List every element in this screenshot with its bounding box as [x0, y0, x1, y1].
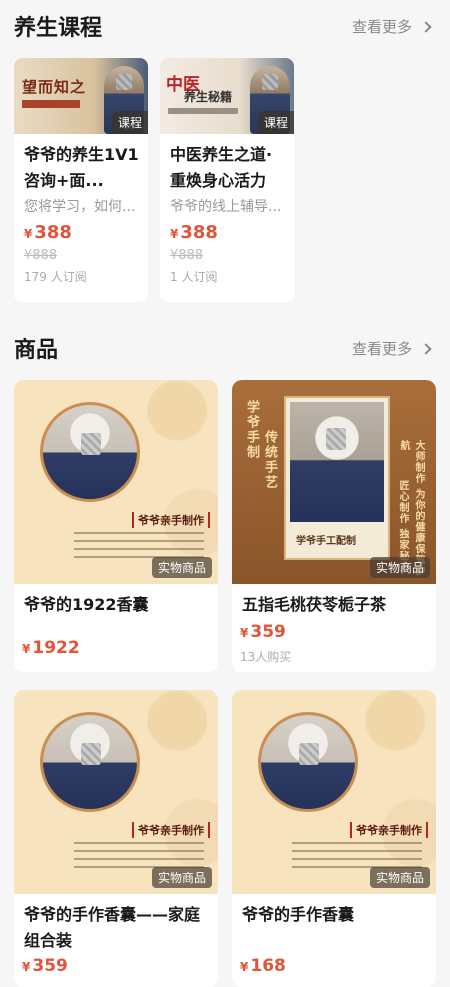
- product-price: ¥1922: [22, 638, 80, 658]
- goods-more-label: 查看更多: [351, 340, 412, 358]
- product-image: 爷爷亲手制作 实物商品: [14, 690, 218, 894]
- goods-section-header: 商品 查看更多: [0, 326, 450, 366]
- product-sold-count: 13人购买: [240, 650, 292, 664]
- course-thumb-subtitle-bar: [22, 100, 80, 108]
- course-title: 中医养生之道·重焕身心活力: [170, 145, 273, 190]
- courses-section-title: 养生课程: [14, 16, 103, 41]
- product-card[interactable]: 学爷手制 传统手艺 学爷手工配制 大师制作 为你的健康保驾护航 匠心制作 独家秘…: [232, 380, 436, 672]
- course-thumb-title-secondary: 养生秘籍: [184, 90, 233, 104]
- product-title: 爷爷的手作香囊: [242, 905, 355, 924]
- course-subscribers: 1 人订阅: [170, 270, 218, 284]
- course-tag: 课程: [257, 111, 294, 134]
- course-tag: 课程: [111, 111, 148, 134]
- courses-more-label: 查看更多: [351, 18, 412, 36]
- course-thumb-title: 望而知之: [22, 78, 87, 96]
- course-thumbnail: 中医 养生秘籍 课程: [160, 58, 294, 134]
- product-title: 爷爷的手作香囊——家庭组合装: [24, 905, 201, 950]
- goods-more-link[interactable]: 查看更多: [351, 338, 432, 359]
- course-title: 爷爷的养生1V1咨询+面...: [24, 145, 139, 190]
- course-description: 爷爷的线上辅导...: [170, 199, 282, 215]
- product-price: ¥168: [240, 956, 286, 976]
- course-price: ¥388: [24, 222, 72, 243]
- product-tag: 实物商品: [151, 557, 212, 578]
- product-image-label: 爷爷亲手制作: [132, 822, 210, 838]
- courses-section-header: 养生课程 查看更多: [0, 4, 450, 44]
- courses-more-link[interactable]: 查看更多: [351, 16, 432, 37]
- product-price: ¥359: [22, 956, 68, 976]
- course-subscribers: 179 人订阅: [24, 270, 87, 284]
- product-image-caption: 学爷手工配制: [296, 536, 356, 547]
- goods-section-title: 商品: [14, 338, 59, 363]
- product-image-vertical-text: 学爷手制: [244, 400, 259, 460]
- product-tag: 实物商品: [369, 867, 430, 888]
- course-thumb-subtitle-bar: [168, 108, 238, 114]
- teacher-portrait-image: [290, 402, 384, 522]
- product-image-label: 爷爷亲手制作: [350, 822, 428, 838]
- course-original-price: ¥888: [24, 248, 58, 263]
- product-tag: 实物商品: [151, 867, 212, 888]
- teacher-portrait-image: [40, 402, 140, 502]
- course-thumbnail: 望而知之 课程: [14, 58, 148, 134]
- product-tag: 实物商品: [369, 557, 430, 578]
- product-title: 爷爷的1922香囊: [24, 595, 149, 614]
- product-card[interactable]: 爷爷亲手制作 实物商品 爷爷的手作香囊——家庭组合装 ¥359: [14, 690, 218, 987]
- product-card[interactable]: 爷爷亲手制作 实物商品 爷爷的手作香囊 ¥168: [232, 690, 436, 987]
- chevron-right-icon: [420, 20, 432, 33]
- product-image-frame: 学爷手工配制: [284, 396, 390, 560]
- course-description: 您将学习，如何...: [24, 199, 136, 215]
- chevron-right-icon: [420, 342, 432, 355]
- product-price: ¥359: [240, 622, 286, 642]
- product-image-vertical-text: 传统手艺: [262, 430, 277, 490]
- course-card[interactable]: 中医 养生秘籍 课程 中医养生之道·重焕身心活力 爷爷的线上辅导... ¥388…: [160, 58, 294, 302]
- course-price: ¥388: [170, 222, 218, 243]
- product-image: 爷爷亲手制作 实物商品: [14, 380, 218, 584]
- product-image: 学爷手制 传统手艺 学爷手工配制 大师制作 为你的健康保驾护航 匠心制作 独家秘…: [232, 380, 436, 584]
- product-image-label: 爷爷亲手制作: [132, 512, 210, 528]
- product-title: 五指毛桃茯苓栀子茶: [242, 595, 387, 614]
- course-card[interactable]: 望而知之 课程 爷爷的养生1V1咨询+面... 您将学习，如何... ¥388 …: [14, 58, 148, 302]
- teacher-portrait-image: [258, 712, 358, 812]
- product-image: 爷爷亲手制作 实物商品: [232, 690, 436, 894]
- teacher-portrait-image: [40, 712, 140, 812]
- course-original-price: ¥888: [170, 248, 204, 263]
- product-card[interactable]: 爷爷亲手制作 实物商品 爷爷的1922香囊 ¥1922: [14, 380, 218, 672]
